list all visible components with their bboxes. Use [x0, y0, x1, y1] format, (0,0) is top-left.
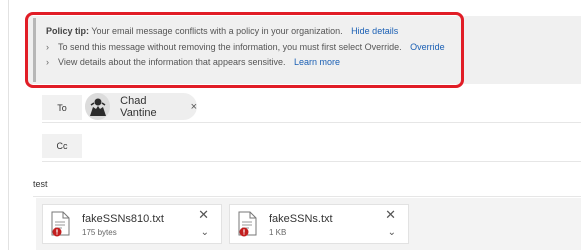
avatar	[85, 93, 111, 120]
override-link[interactable]: Override	[410, 42, 445, 52]
policy-tip-override-item: › To send this message without removing t…	[46, 42, 445, 52]
recipient-name: Chad Vantine	[120, 94, 157, 119]
hide-details-link[interactable]: Hide details	[351, 26, 398, 36]
learn-more-link[interactable]: Learn more	[294, 57, 340, 67]
attachment-card[interactable]: fakeSSNs810.txt 175 bytes ✕ ⌄	[42, 204, 222, 244]
policy-tip-message: Policy tip: Your email message conflicts…	[46, 26, 398, 36]
remove-attachment-icon[interactable]: ✕	[198, 207, 209, 223]
to-field-divider	[42, 122, 581, 123]
cc-field-divider	[42, 161, 581, 162]
subject-divider	[33, 196, 581, 197]
text-file-warning-icon	[51, 211, 70, 237]
attachment-size: 175 bytes	[82, 228, 117, 237]
attachment-name: fakeSSNs810.txt	[82, 213, 164, 225]
policy-tip-details-item: › View details about the information that…	[46, 57, 340, 67]
chevron-right-icon: ›	[46, 42, 49, 52]
chevron-down-icon[interactable]: ⌄	[201, 227, 209, 238]
recipient-chip[interactable]: Chad Vantine ×	[85, 93, 197, 120]
remove-recipient-icon[interactable]: ×	[191, 101, 197, 113]
cc-button[interactable]: Cc	[42, 134, 82, 158]
attachment-name: fakeSSNs.txt	[269, 213, 333, 225]
policy-tip-label: Policy tip:	[46, 26, 90, 36]
attachment-size: 1 KB	[269, 228, 287, 237]
text-file-warning-icon	[238, 211, 257, 237]
override-instruction: To send this message without removing th…	[58, 42, 402, 52]
policy-tip-accent-bar	[33, 18, 36, 82]
left-border	[8, 0, 9, 250]
person-photo-icon	[89, 98, 106, 116]
chevron-down-icon[interactable]: ⌄	[388, 227, 396, 238]
policy-tip-text: Your email message conflicts with a poli…	[89, 26, 343, 36]
attachment-card[interactable]: fakeSSNs.txt 1 KB ✕ ⌄	[229, 204, 409, 244]
remove-attachment-icon[interactable]: ✕	[385, 207, 396, 223]
to-button[interactable]: To	[42, 95, 82, 120]
sensitive-info-text: View details about the information that …	[58, 57, 286, 67]
subject-field[interactable]: test	[33, 179, 48, 189]
chevron-right-icon: ›	[46, 57, 49, 67]
